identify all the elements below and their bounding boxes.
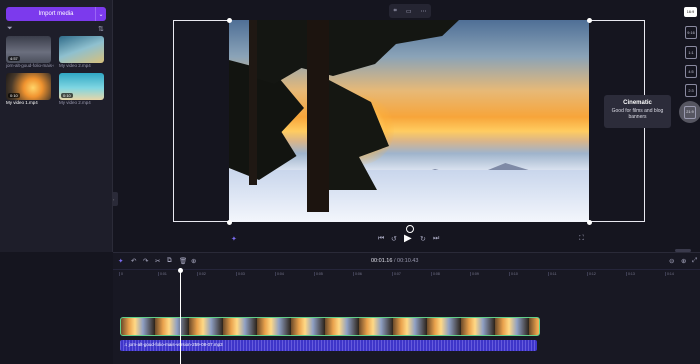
fullscreen-icon[interactable]: ⛶ [579, 235, 584, 243]
video-preview[interactable] [229, 20, 589, 222]
duration-badge: 0:10 [61, 93, 73, 98]
ruler-tick: 0:04 [275, 272, 284, 276]
ratio-4-5-button[interactable]: 4:5 [685, 65, 697, 78]
magic-wand-icon[interactable]: ✦ [231, 235, 237, 243]
ruler-tick: 0:09 [470, 272, 479, 276]
ruler-tick: 0:10 [509, 272, 518, 276]
total-time: / 00:10.43 [393, 258, 419, 264]
media-item[interactable]: 0:10 My video 2.mp4 [59, 73, 107, 105]
playhead[interactable] [180, 268, 181, 364]
skip-forward-icon[interactable]: ⏭ [433, 235, 439, 243]
ruler-tick: 0:11 [548, 272, 557, 276]
media-thumbnail: 0:10 [6, 73, 51, 100]
magic-icon[interactable]: ✦ [118, 257, 123, 265]
media-item[interactable]: 4:57 jorn-alt-goud-folio-mais-nv... [6, 36, 54, 68]
skip-back-icon[interactable]: ⏮ [378, 235, 384, 243]
rewind-5-icon[interactable]: ↺ [391, 235, 397, 243]
redo-icon[interactable]: ↷ [143, 257, 148, 265]
ratio-21-9-button[interactable]: 21:9 [679, 101, 700, 123]
tooltip-description: Good for films and blog banners [611, 108, 664, 120]
ratio-9-16-button[interactable]: 9:16 [685, 26, 697, 39]
media-item-label: My video 2.mp4 [59, 100, 91, 105]
media-item[interactable]: My video 2.mp4 [59, 36, 107, 68]
ratio-21-9-label: 21:9 [684, 105, 696, 119]
ratio-tooltip: Cinematic Good for films and blog banner… [604, 95, 671, 128]
media-thumbnail [59, 36, 104, 63]
media-thumbnail: 0:10 [59, 73, 104, 100]
audio-clip-name: jorn-alt-goud-folio-mais-version-259-08-… [128, 342, 223, 347]
more-icon[interactable]: ⋯ [420, 8, 426, 15]
resize-handle[interactable] [587, 220, 592, 225]
zoom-out-icon[interactable]: ⊖ [669, 257, 674, 265]
media-thumbnail: 4:57 [6, 36, 51, 63]
crop-icon[interactable]: ⌗ [393, 8, 396, 15]
ruler-tick: 0:07 [392, 272, 401, 276]
ruler-tick: 0 [119, 272, 123, 276]
duration-badge: 4:57 [8, 56, 20, 61]
media-item-label: My video 1.mp4 [6, 100, 38, 105]
audio-clip-label: ♫ jorn-alt-goud-folio-mais-version-259-0… [124, 342, 223, 347]
import-media-button[interactable]: Import media ⌄ [6, 7, 106, 21]
media-item-label: jorn-alt-goud-folio-mais-nv... [6, 63, 54, 68]
duplicate-icon[interactable]: ⧉ [167, 257, 172, 265]
tree-trunk [307, 20, 329, 212]
import-media-label: Import media [38, 11, 74, 17]
forward-5-icon[interactable]: ↻ [420, 235, 426, 243]
ruler-tick: 0:02 [197, 272, 206, 276]
snow-ground [229, 170, 589, 222]
media-item-label: My video 2.mp4 [59, 63, 91, 68]
delete-icon[interactable]: 🗑 [179, 257, 187, 265]
add-icon[interactable]: ⊕ [191, 257, 196, 265]
ruler-tick: 0:03 [236, 272, 245, 276]
ruler-tick: 0:12 [587, 272, 596, 276]
playhead-handle[interactable] [178, 268, 183, 273]
play-icon[interactable]: ▶ [404, 233, 412, 244]
ruler-tick: 0:08 [431, 272, 440, 276]
tooltip-title: Cinematic [623, 100, 652, 106]
time-ruler[interactable]: 0 0:01 0:02 0:03 0:04 0:05 0:06 0:07 0:08 0:09 0:1… [113, 270, 700, 280]
ratio-2-3-button[interactable]: 2:3 [685, 84, 697, 97]
zoom-in-icon[interactable]: ⊕ [681, 257, 686, 265]
split-icon[interactable]: ✂ [155, 257, 160, 265]
undo-icon[interactable]: ↶ [131, 257, 136, 265]
video-clip[interactable] [120, 317, 540, 336]
ruler-tick: 0:13 [626, 272, 635, 276]
timeline-toolbar: ✦ ↶ ↷ ✂ ⧉ 🗑 ⊕ 00:01.16 / 00:10.43 ⊖ ⊕ ⤢ [113, 253, 700, 270]
ruler-tick: 0:14 [665, 272, 674, 276]
rotate-handle-icon[interactable] [406, 225, 414, 233]
ruler-tick: 0:05 [314, 272, 323, 276]
collapse-panel-handle[interactable]: ‹ [113, 192, 118, 206]
resize-handle[interactable] [227, 220, 232, 225]
flip-icon[interactable]: ▭ [406, 8, 412, 15]
import-options-chevron-icon[interactable]: ⌄ [95, 7, 106, 21]
resize-handle[interactable] [227, 18, 232, 23]
sort-icon[interactable]: ⇅ [98, 25, 104, 33]
tree-trunk [249, 20, 257, 185]
ruler-tick: 0:01 [158, 272, 167, 276]
ratio-16-9-button[interactable]: 16:9 [684, 7, 697, 17]
media-item[interactable]: 0:10 My video 1.mp4 [6, 73, 54, 105]
filter-icon[interactable]: ⏷ [7, 25, 13, 33]
ruler-tick: 0:06 [353, 272, 362, 276]
resize-handle[interactable] [587, 18, 592, 23]
timecode: 00:01.16 / 00:10.43 [371, 258, 418, 264]
ratio-1-1-button[interactable]: 1:1 [685, 46, 697, 59]
current-time: 00:01.16 [371, 258, 393, 264]
duration-badge: 0:10 [8, 93, 20, 98]
fit-icon[interactable]: ⤢ [692, 257, 697, 265]
media-panel: Import media ⌄ ⏷ ⇅ 4:57 jorn-alt-goud-fo… [0, 0, 113, 252]
crop-toolbar: ⌗ ▭ ⋯ [389, 4, 431, 18]
